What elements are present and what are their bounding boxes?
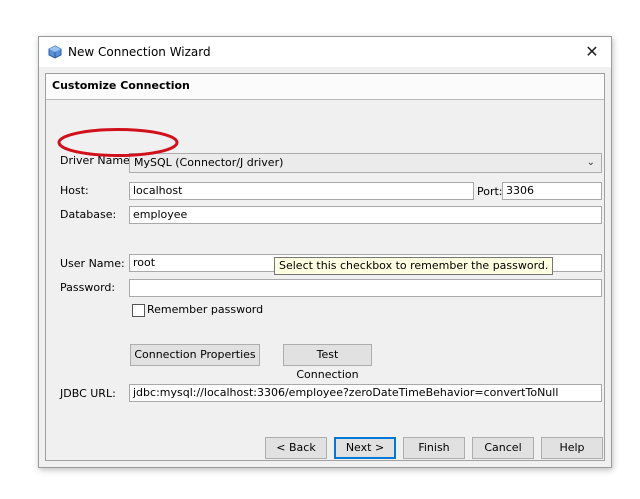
next-button[interactable]: Next > <box>334 437 396 459</box>
finish-button[interactable]: Finish <box>403 437 465 459</box>
host-label: Host: <box>60 184 89 197</box>
cancel-button[interactable]: Cancel <box>472 437 534 459</box>
port-field[interactable]: 3306 <box>502 182 602 200</box>
database-field[interactable]: employee <box>129 206 602 224</box>
user-name-label: User Name: <box>60 257 125 270</box>
close-icon[interactable]: ✕ <box>583 42 601 61</box>
remember-password-tooltip: Select this checkbox to remember the pas… <box>274 257 554 275</box>
netbeans-cube-icon <box>48 45 62 59</box>
help-button[interactable]: Help <box>541 437 603 459</box>
new-connection-wizard-dialog: New Connection Wizard ✕ Customize Connec… <box>38 36 612 468</box>
back-button[interactable]: < Back <box>265 437 327 459</box>
remember-password-checkbox[interactable] <box>132 304 145 317</box>
red-annotation-ellipse <box>57 128 179 157</box>
driver-select[interactable]: MySQL (Connector/J driver) ⌄ <box>129 153 602 173</box>
database-label: Database: <box>60 208 117 221</box>
test-connection-button[interactable]: Test Connection <box>283 344 372 381</box>
jdbc-url-field[interactable]: jdbc:mysql://localhost:3306/employee?zer… <box>129 384 602 402</box>
section-header: Customize Connection <box>46 74 604 100</box>
title-bar: New Connection Wizard ✕ <box>39 37 611 67</box>
jdbc-url-label: JDBC URL: <box>60 387 116 400</box>
section-title: Customize Connection <box>52 79 190 92</box>
chevron-down-icon: ⌄ <box>586 157 595 168</box>
remember-password-label[interactable]: Remember password <box>147 303 263 316</box>
host-field[interactable]: localhost <box>129 182 474 200</box>
password-field[interactable] <box>129 279 602 297</box>
connection-properties-button[interactable]: Connection Properties <box>130 344 260 366</box>
port-label: Port: <box>477 185 503 198</box>
password-label: Password: <box>60 281 116 294</box>
window-title: New Connection Wizard <box>68 45 211 59</box>
